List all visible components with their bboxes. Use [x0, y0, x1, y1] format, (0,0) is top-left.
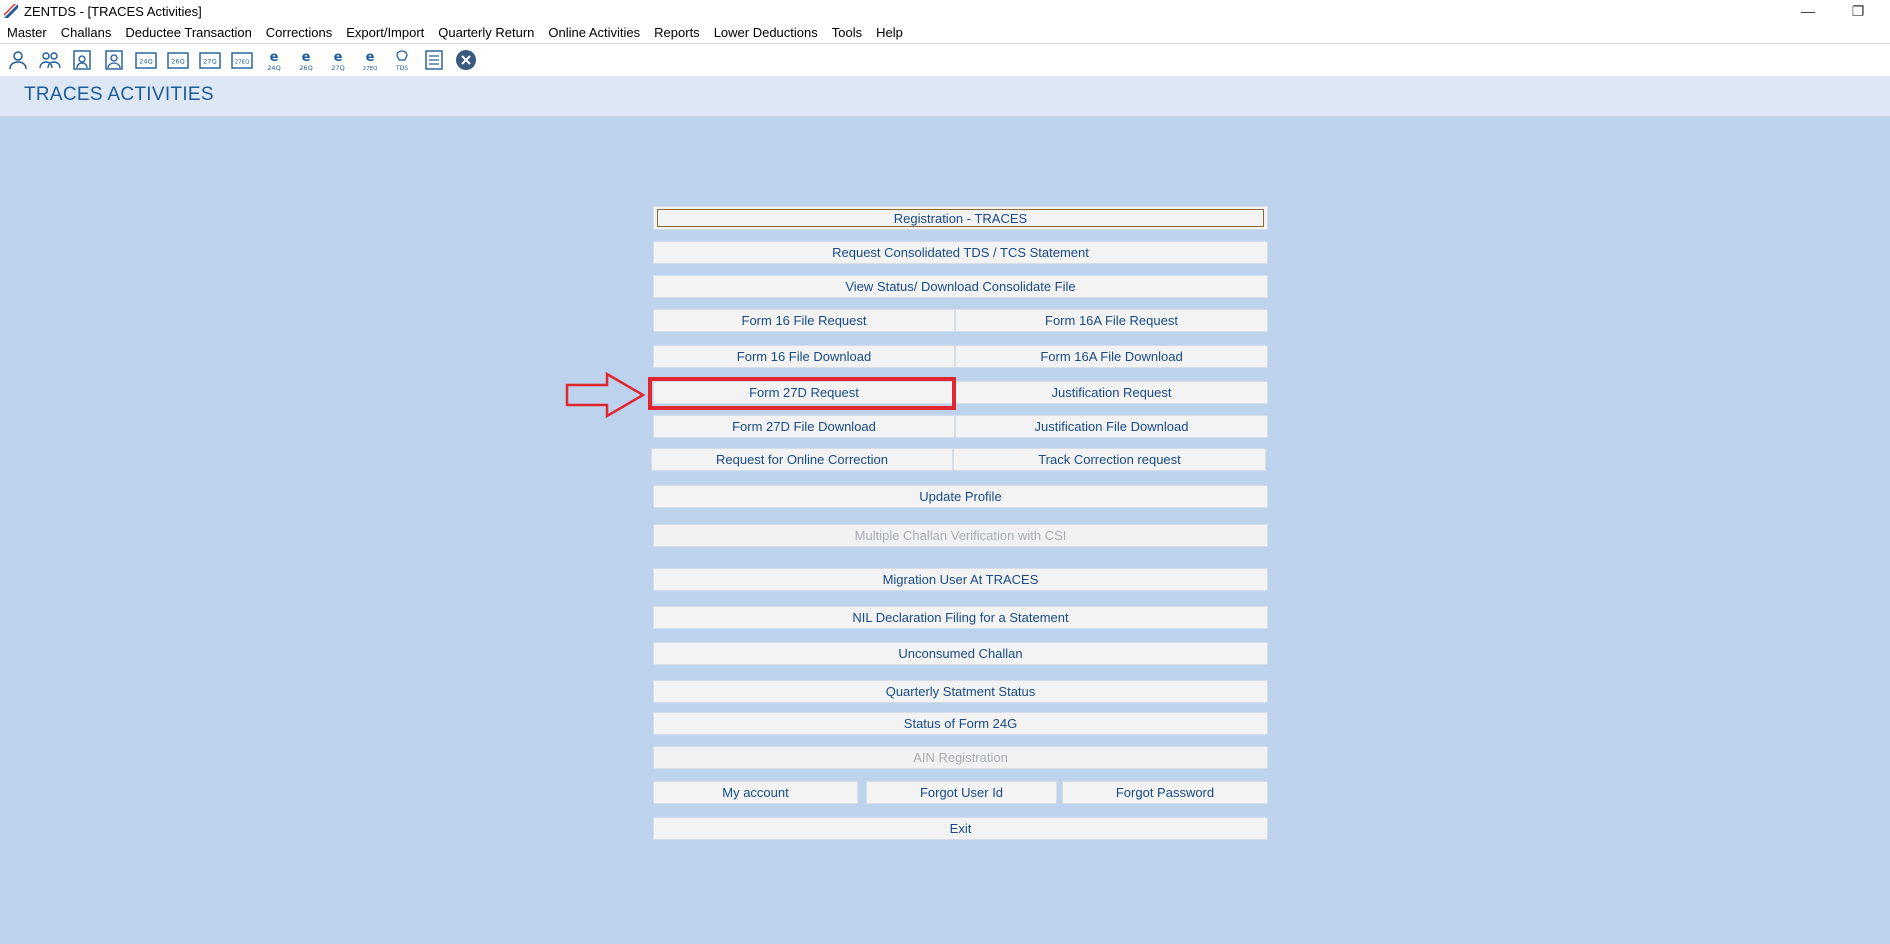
form16-file-request-button[interactable]: Form 16 File Request [653, 309, 955, 332]
svg-text:e: e [302, 50, 311, 65]
window-title: ZENTDS - [TRACES Activities] [24, 3, 202, 19]
migration-user-button[interactable]: Migration User At TRACES [653, 568, 1268, 591]
e-27q-icon[interactable]: e 27Q [326, 48, 350, 72]
justification-request-button[interactable]: Justification Request [955, 381, 1268, 404]
request-consolidated-statement-button[interactable]: Request Consolidated TDS / TCS Statement [653, 241, 1268, 264]
form16-file-download-button[interactable]: Form 16 File Download [653, 345, 955, 368]
form16a-file-download-button[interactable]: Form 16A File Download [955, 345, 1268, 368]
page-title: TRACES ACTIVITIES [24, 84, 214, 105]
form-27q-icon[interactable]: 27Q [198, 48, 222, 72]
form-list-icon[interactable] [422, 48, 446, 72]
title-bar: ZENTDS - [TRACES Activities] — ❐ [0, 0, 1890, 22]
menu-online-activities[interactable]: Online Activities [541, 25, 647, 40]
e-24q-label: 24Q [267, 64, 280, 72]
users-icon[interactable] [38, 48, 62, 72]
header-band: TRACES ACTIVITIES [0, 76, 1890, 117]
doc-user-icon[interactable] [70, 48, 94, 72]
e-26q-icon[interactable]: e 26Q [294, 48, 318, 72]
doc-user2-icon[interactable] [102, 48, 126, 72]
form27d-request-button[interactable]: Form 27D Request [653, 381, 955, 404]
unconsumed-challan-button[interactable]: Unconsumed Challan [653, 642, 1268, 665]
form-26q-icon[interactable]: 26Q [166, 48, 190, 72]
menu-master[interactable]: Master [0, 25, 54, 40]
form-27eq-label: 27EQ [235, 60, 250, 66]
e-27q-label: 27Q [331, 64, 344, 72]
minimize-button[interactable]: — [1800, 3, 1816, 19]
nil-declaration-button[interactable]: NIL Declaration Filing for a Statement [653, 606, 1268, 629]
justification-file-download-button[interactable]: Justification File Download [955, 415, 1268, 438]
e-26q-label: 26Q [299, 64, 312, 72]
quarterly-statement-status-button[interactable]: Quarterly Statment Status [653, 680, 1268, 703]
tds-label: TDS [395, 65, 408, 72]
menu-export-import[interactable]: Export/Import [339, 25, 431, 40]
menu-corrections[interactable]: Corrections [259, 25, 339, 40]
toolbar: 24Q 26Q 27Q 27EQ e 24Q e 26Q e 27Q e 27EQ TD… [0, 44, 1890, 76]
form-24q-label: 24Q [139, 58, 152, 66]
menu-tools[interactable]: Tools [825, 25, 869, 40]
exit-button[interactable]: Exit [653, 817, 1268, 840]
form-26q-label: 26Q [171, 58, 184, 66]
view-status-download-button[interactable]: View Status/ Download Consolidate File [653, 275, 1268, 298]
restore-button[interactable]: ❐ [1850, 3, 1866, 20]
form-27q-label: 27Q [203, 58, 216, 66]
form27d-file-download-button[interactable]: Form 27D File Download [653, 415, 955, 438]
menu-reports[interactable]: Reports [647, 25, 707, 40]
menu-deductee-transaction[interactable]: Deductee Transaction [118, 25, 258, 40]
e-27eq-icon[interactable]: e 27EQ [358, 48, 382, 72]
e-27eq-label: 27EQ [363, 66, 378, 72]
status-form24g-button[interactable]: Status of Form 24G [653, 712, 1268, 735]
form-27eq-icon[interactable]: 27EQ [230, 48, 254, 72]
my-account-button[interactable]: My account [653, 781, 858, 804]
red-arrow-icon [565, 372, 646, 418]
form16a-file-request-button[interactable]: Form 16A File Request [955, 309, 1268, 332]
app-logo-icon [4, 4, 18, 18]
track-correction-button[interactable]: Track Correction request [953, 448, 1266, 471]
online-correction-button[interactable]: Request for Online Correction [651, 448, 953, 471]
forgot-password-button[interactable]: Forgot Password [1062, 781, 1268, 804]
user-icon[interactable] [6, 48, 30, 72]
form-24q-icon[interactable]: 24Q [134, 48, 158, 72]
svg-text:e: e [270, 50, 279, 65]
menu-help[interactable]: Help [869, 25, 910, 40]
registration-traces-button[interactable]: Registration - TRACES [653, 206, 1268, 230]
update-profile-button[interactable]: Update Profile [653, 485, 1268, 508]
e-24q-icon[interactable]: e 24Q [262, 48, 286, 72]
multiple-challan-verification-button: Multiple Challan Verification with CSI [653, 524, 1268, 547]
svg-text:e: e [334, 50, 343, 65]
ain-registration-button: AIN Registration [653, 746, 1268, 769]
menu-challans[interactable]: Challans [54, 25, 119, 40]
tds-icon[interactable]: TDS [390, 48, 414, 72]
svg-text:e: e [366, 50, 375, 65]
menu-quarterly-return[interactable]: Quarterly Return [431, 25, 541, 40]
menu-lower-deductions[interactable]: Lower Deductions [707, 25, 825, 40]
forgot-user-id-button[interactable]: Forgot User Id [866, 781, 1057, 804]
close-circle-icon[interactable] [454, 48, 478, 72]
menu-bar: Master Challans Deductee Transaction Cor… [0, 22, 1890, 44]
